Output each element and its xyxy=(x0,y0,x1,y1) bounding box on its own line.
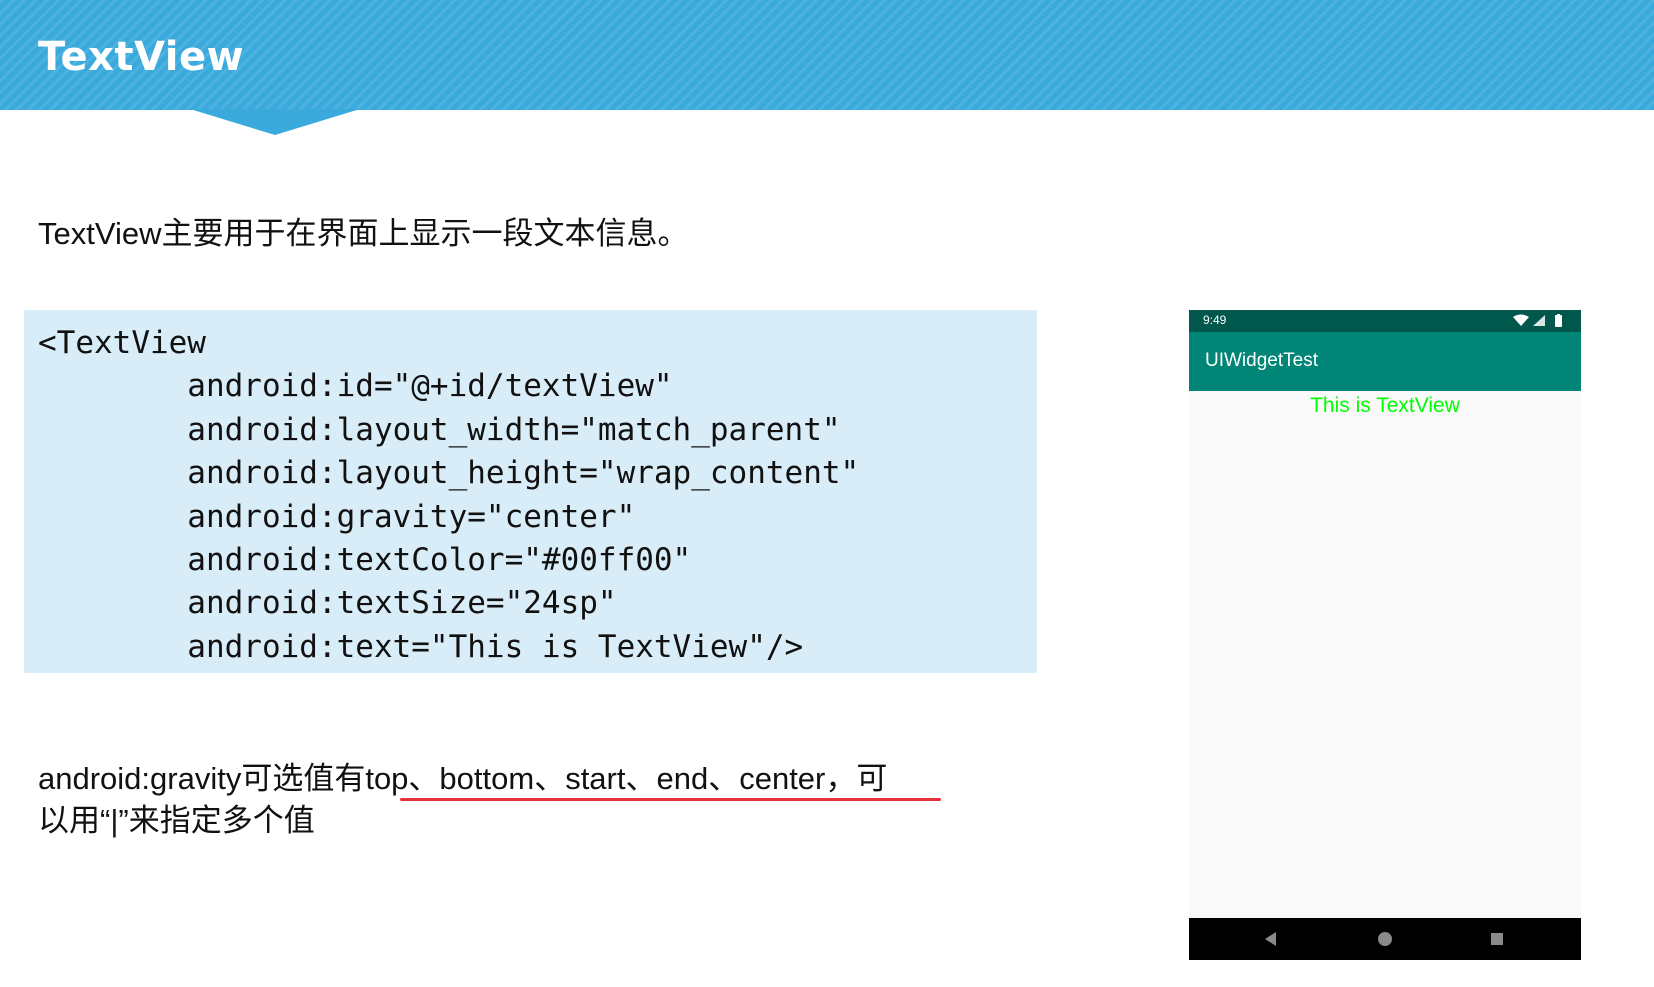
code-line: <TextView xyxy=(38,325,206,361)
code-line: android:id="@+id/textView" xyxy=(38,368,673,405)
code-line: android:layout_width="match_parent" xyxy=(38,411,841,448)
phone-content: This is TextView xyxy=(1189,391,1581,927)
phone-screenshot: 9:49 UIWidgetTest This is TextView xyxy=(1189,310,1581,960)
gravity-note-line1: android:gravity可选值有top、bottom、start、end、… xyxy=(38,761,888,796)
home-icon[interactable] xyxy=(1375,929,1395,949)
code-block: <TextView android:id="@+id/textView" and… xyxy=(24,310,1037,673)
battery-icon xyxy=(1555,314,1562,327)
demo-textview: This is TextView xyxy=(1310,394,1460,417)
code-text: <TextView android:id="@+id/textView" and… xyxy=(38,322,859,669)
app-title: UIWidgetTest xyxy=(1205,350,1318,371)
code-line: android:textColor="#00ff00" xyxy=(38,542,692,579)
navigation-bar xyxy=(1189,918,1581,960)
app-bar: UIWidgetTest xyxy=(1189,332,1581,391)
intro-text: TextView主要用于在界面上显示一段文本信息。 xyxy=(38,216,689,251)
banner-notch xyxy=(190,109,360,135)
signal-icon xyxy=(1533,315,1545,326)
code-line: android:textSize="24sp" xyxy=(38,585,617,622)
title-banner xyxy=(0,0,1654,110)
code-line: android:gravity="center" xyxy=(38,498,636,535)
recents-icon[interactable] xyxy=(1487,929,1507,949)
status-bar: 9:49 xyxy=(1189,310,1581,332)
slide-title: TextView xyxy=(38,34,245,80)
red-underline-annotation xyxy=(400,798,941,801)
code-line: android:layout_height="wrap_content" xyxy=(38,455,860,492)
wifi-icon xyxy=(1513,314,1529,326)
status-icons xyxy=(1511,314,1569,328)
code-line: android:text="This is TextView"/> xyxy=(38,628,804,665)
status-time: 9:49 xyxy=(1203,313,1227,327)
gravity-note-line2: 以用“|”来指定多个值 xyxy=(38,803,315,838)
back-icon[interactable] xyxy=(1261,929,1281,949)
